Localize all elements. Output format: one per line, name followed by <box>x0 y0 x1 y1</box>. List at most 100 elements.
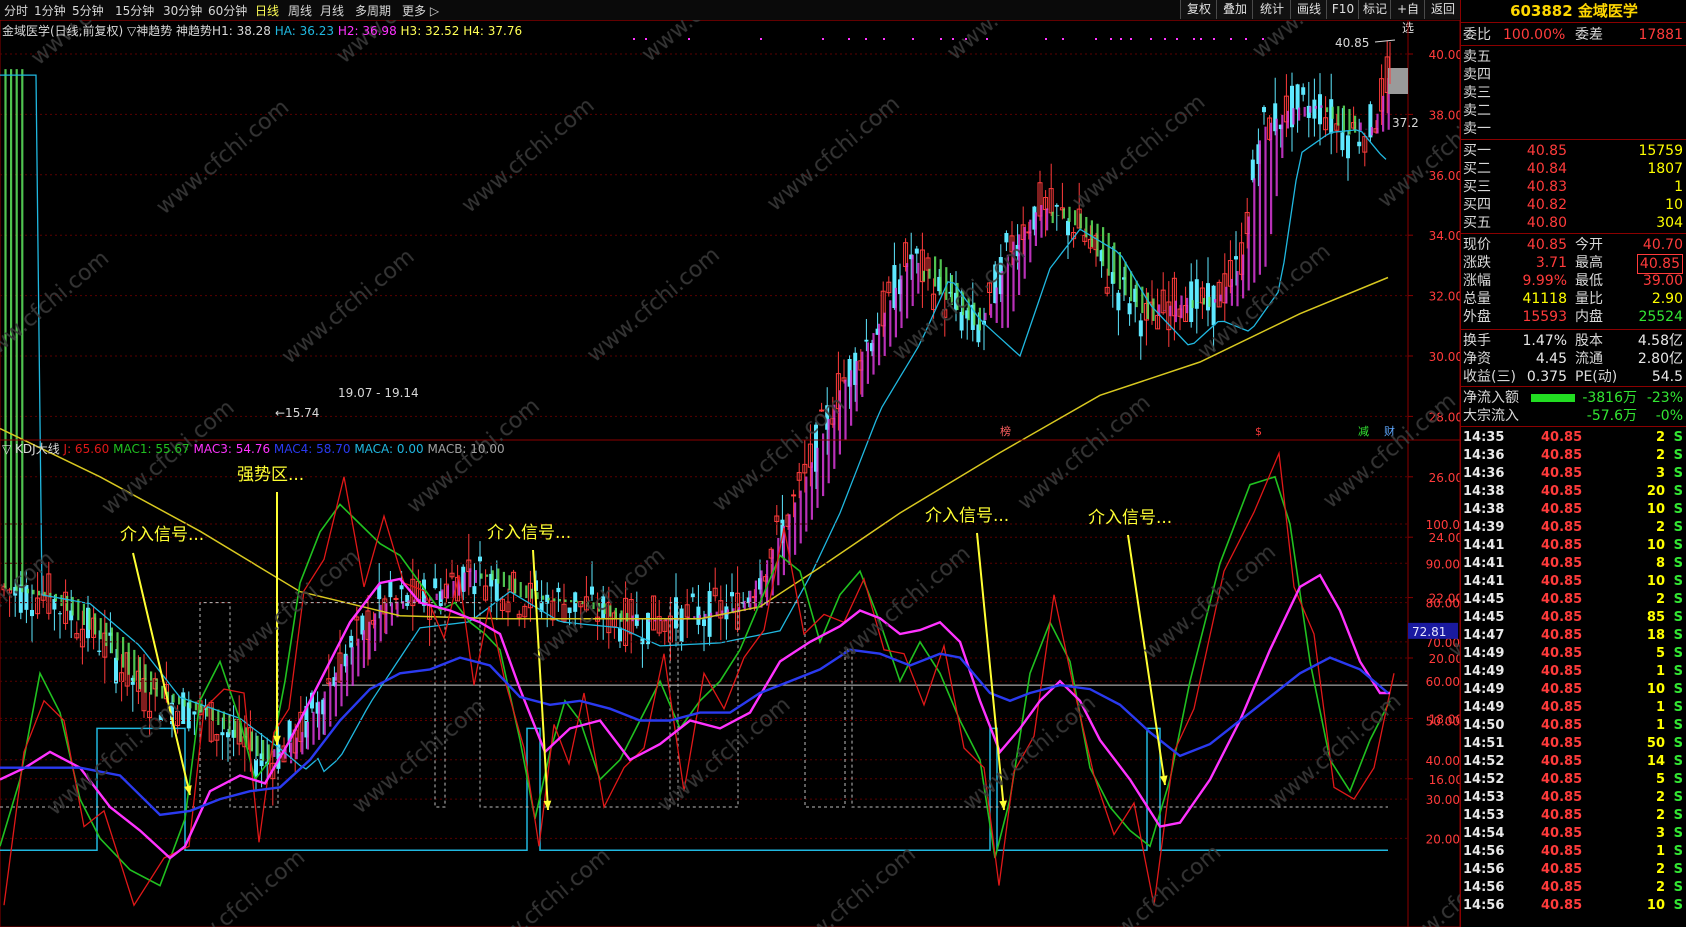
ask-label: 卖二 <box>1463 103 1491 119</box>
price-axis-label: 16.00 <box>1429 773 1460 787</box>
tick-t: 14:56 <box>1463 862 1505 877</box>
signal-dot <box>760 38 762 40</box>
period-6[interactable]: 日线 <box>255 2 279 19</box>
candle-body <box>819 409 825 412</box>
candles <box>1 40 1390 806</box>
candle-body <box>1262 107 1266 113</box>
tick-p: 40.85 <box>1541 772 1583 787</box>
fin-label-2: 股本 <box>1575 333 1603 349</box>
period-3[interactable]: 15分钟 <box>115 2 154 19</box>
fin-label-2: 流通 <box>1575 351 1603 367</box>
tick-v: 8 <box>1655 556 1665 571</box>
toolbar-button-6[interactable]: +自选 <box>1390 0 1425 35</box>
stat-row-4: 外盘 15593 内盘 25524 <box>1461 308 1686 326</box>
tick-row: 14:41 40.85 8 S <box>1461 555 1686 573</box>
annotation-2: 介入信号... <box>487 523 571 543</box>
mac4-value: MAC4: 58.70 <box>273 442 351 456</box>
price-panel: 40.00 38.00 36.00 34.00 32.00 30.00 28.00 26.00… <box>0 20 1460 806</box>
candle-body <box>556 587 561 593</box>
period-0[interactable]: 分时 <box>4 2 28 19</box>
toolbar-button-7[interactable]: 返回 <box>1424 0 1461 19</box>
stat-label: 涨幅 <box>1463 273 1491 289</box>
period-10[interactable]: 更多 ▷ <box>402 2 439 19</box>
price-axis-label: 26.00 <box>1429 471 1460 485</box>
flow-pct: -23% <box>1646 390 1683 406</box>
tick-v: 1 <box>1655 664 1665 679</box>
toolbar-button-3[interactable]: 画线 <box>1290 0 1327 19</box>
tick-s: S <box>1673 520 1683 535</box>
right-mark: 37.2 <box>1392 116 1419 130</box>
price-axis-label: 20.00 <box>1429 652 1460 666</box>
candle-body <box>399 585 404 590</box>
tick-v: 10 <box>1646 502 1665 517</box>
bid-price: 40.85 <box>1526 143 1567 159</box>
signal-dot <box>1045 38 1047 40</box>
tick-s: S <box>1673 880 1683 895</box>
tick-s: S <box>1673 466 1683 481</box>
ask-row-1: 卖四 <box>1461 66 1686 84</box>
stat-value: 15593 <box>1522 309 1567 325</box>
tick-row: 14:36 40.85 2 S <box>1461 447 1686 465</box>
tick-s: S <box>1673 448 1683 463</box>
stat-value: 40.85 <box>1526 237 1567 253</box>
period-1[interactable]: 1分钟 <box>34 2 66 19</box>
stock-code-name[interactable]: 603882 金域医学 <box>1461 0 1686 23</box>
toolbar-button-1[interactable]: 叠加 <box>1216 0 1253 19</box>
tick-p: 40.85 <box>1541 808 1583 823</box>
tick-row: 14:56 40.85 1 S <box>1461 843 1686 861</box>
panel-divider <box>1461 426 1686 427</box>
candle-body <box>472 586 477 595</box>
annotation-arrowhead-4 <box>1159 775 1168 785</box>
tick-row: 14:41 40.85 10 S <box>1461 537 1686 555</box>
panel-divider <box>1461 139 1686 140</box>
stat-value: 41118 <box>1522 291 1567 307</box>
period-4[interactable]: 30分钟 <box>163 2 202 19</box>
stat-value: 9.99% <box>1522 273 1567 289</box>
stat-label: 总量 <box>1463 291 1491 307</box>
tick-t: 14:53 <box>1463 790 1505 805</box>
candle-body <box>192 711 197 715</box>
indicator-name[interactable]: ▽神趋势 神趋势H1: 38.28 <box>127 24 271 38</box>
toolbar-button-4[interactable]: F10 <box>1326 0 1359 19</box>
tick-v: 2 <box>1655 880 1665 895</box>
toolbar-button-0[interactable]: 复权 <box>1180 0 1217 19</box>
period-7[interactable]: 周线 <box>288 2 312 19</box>
bid-row-0: 买一 40.85 15759 <box>1461 142 1686 160</box>
signal-dot <box>883 38 885 40</box>
tick-v: 1 <box>1655 700 1665 715</box>
bid-price: 40.83 <box>1526 179 1567 195</box>
tick-t: 14:38 <box>1463 502 1505 517</box>
tick-s: S <box>1673 610 1683 625</box>
kdj-current-value: 72.81 <box>1412 625 1446 639</box>
lower-frame <box>0 439 1460 927</box>
bid-volume: 15759 <box>1638 143 1683 159</box>
tick-s: S <box>1673 430 1683 445</box>
tick-p: 40.85 <box>1541 682 1583 697</box>
signal-dot <box>952 38 954 40</box>
flow-label: 大宗流入 <box>1463 408 1519 424</box>
tick-p: 40.85 <box>1541 664 1583 679</box>
panel-divider <box>1461 45 1686 46</box>
last-price-box <box>1388 68 1408 94</box>
tick-row: 14:45 40.85 85 S <box>1461 609 1686 627</box>
tick-row: 14:38 40.85 20 S <box>1461 483 1686 501</box>
price-axis-label: 32.00 <box>1429 290 1460 304</box>
toolbar-button-5[interactable]: 标记 <box>1358 0 1391 19</box>
tick-v: 14 <box>1646 754 1665 769</box>
period-5[interactable]: 60分钟 <box>208 2 247 19</box>
period-2[interactable]: 5分钟 <box>72 2 104 19</box>
fin-value-2: 2.80亿 <box>1637 351 1683 367</box>
candle-body <box>181 692 186 724</box>
toolbar-button-2[interactable]: 统计 <box>1252 0 1291 19</box>
price-axis-label: 40.00 <box>1429 48 1460 62</box>
period-8[interactable]: 月线 <box>320 2 344 19</box>
annotation-arrow-0 <box>132 552 191 796</box>
tick-s: S <box>1673 700 1683 715</box>
kdj-title[interactable]: ▽ KDJ大线 <box>2 442 60 456</box>
period-9[interactable]: 多周期 <box>355 2 391 19</box>
tick-v: 18 <box>1646 628 1665 643</box>
tick-s: S <box>1673 718 1683 733</box>
tick-p: 40.85 <box>1541 430 1583 445</box>
candle-body <box>388 580 393 598</box>
candle-body <box>24 585 29 610</box>
